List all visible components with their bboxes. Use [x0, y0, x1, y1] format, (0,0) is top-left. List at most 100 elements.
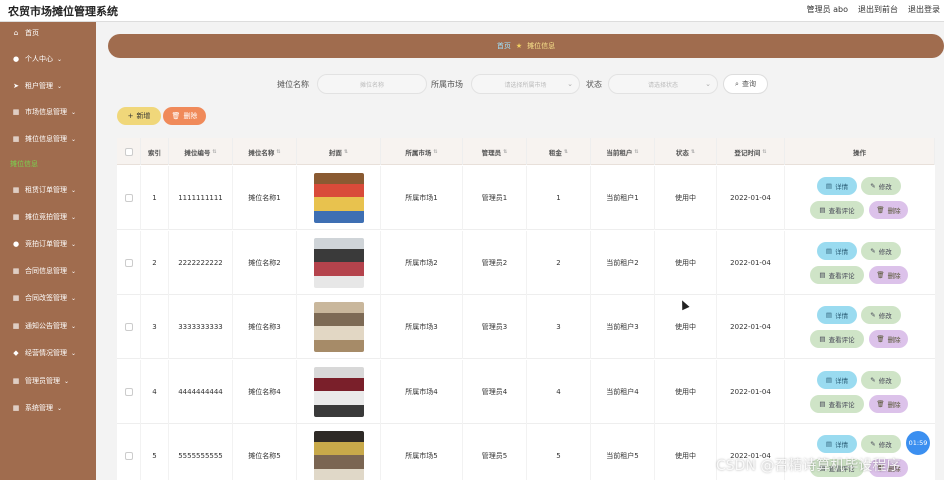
column-header[interactable]: 当前租户 ⇅ — [591, 138, 655, 165]
breadcrumb-home[interactable]: 首页 — [497, 41, 511, 51]
trash-icon: 🗑 — [171, 112, 181, 120]
cover-cell — [297, 424, 381, 480]
row-checkbox[interactable] — [124, 194, 133, 202]
sidebar-item-label: 市场信息管理 — [25, 108, 67, 116]
sidebar-item[interactable]: ◆ 经营情况管理 ⌄ — [0, 344, 96, 362]
sidebar-item[interactable]: ⌂ 首页 — [0, 24, 96, 42]
sidebar-item[interactable]: ▦ 系统管理 ⌄ — [0, 399, 96, 417]
column-header[interactable]: 所属市场 ⇅ — [381, 138, 463, 165]
market-label: 所属市场 — [431, 80, 463, 89]
view-comments-button-label: 查看评论 — [828, 271, 855, 280]
view-comments-button[interactable]: ▤ 查看评论 — [810, 394, 864, 413]
top-bar: 农贸市场摊位管理系统 管理员 abo 退出到前台 退出登录 — [0, 0, 944, 22]
delete-button[interactable]: 🗑 删除 — [869, 265, 908, 284]
edit-button[interactable]: ✎ 修改 — [861, 370, 901, 389]
sidebar-item[interactable]: ▦ 合同信息管理 ⌄ — [0, 262, 96, 280]
delete-label: 删除 — [183, 112, 198, 120]
rent-cell: 4 — [527, 359, 591, 424]
grid-icon: ▦ — [12, 108, 20, 116]
row-checkbox[interactable] — [124, 387, 133, 396]
chevron-down-icon: ⌄ — [71, 322, 77, 330]
trash-icon: 🗑 — [876, 399, 885, 408]
row-checkbox-cell — [117, 359, 141, 424]
stall-code-cell: 3333333333 — [169, 295, 233, 359]
detail-button-label: 详情 — [835, 376, 849, 385]
column-header[interactable]: 登记时间 ⇅ — [717, 138, 785, 165]
index-cell: 1 — [141, 166, 169, 230]
view-comments-button-label: 查看评论 — [828, 336, 855, 344]
sidebar-item[interactable]: ▦ 市场信息管理 ⌄ — [0, 103, 96, 121]
status-placeholder: 请选择状态 — [647, 81, 678, 89]
column-header[interactable]: 租金 ⇅ — [527, 138, 591, 165]
sidebar-item[interactable]: ▦ 租赁订单管理 ⌄ — [0, 181, 96, 199]
sidebar-item[interactable]: 摊位信息 — [0, 155, 96, 173]
edit-button[interactable]: ✎ 修改 — [861, 177, 901, 195]
home-icon: ⌂ — [13, 29, 19, 37]
cover-image[interactable] — [313, 431, 364, 480]
sidebar-item-label: 摊位竞拍管理 — [25, 213, 67, 221]
batch-delete-button[interactable]: 🗑 删除 — [163, 107, 206, 125]
query-button[interactable]: ⌕ 查询 — [723, 74, 768, 94]
cover-image[interactable] — [313, 173, 364, 223]
date-cell: 2022-01-04 — [717, 230, 785, 295]
market-select[interactable]: 请选择所属市场 ⌄ — [471, 74, 580, 94]
detail-button[interactable]: ▤ 详情 — [817, 370, 857, 389]
detail-button[interactable]: ▤ 详情 — [817, 306, 857, 324]
cover-image[interactable] — [313, 366, 364, 417]
row-checkbox[interactable] — [124, 323, 133, 331]
chevron-down-icon: ⌄ — [71, 135, 77, 143]
cover-image[interactable] — [313, 237, 364, 288]
pencil-icon: ✎ — [870, 375, 876, 384]
market-cell: 所属市场3 — [381, 295, 463, 359]
stall-name-cell: 摊位名称1 — [233, 166, 297, 230]
detail-button[interactable]: ▤ 详情 — [817, 241, 857, 260]
market-cell: 所属市场2 — [381, 230, 463, 295]
doc-icon: ▤ — [825, 182, 833, 190]
row-checkbox[interactable] — [124, 258, 133, 267]
view-comments-button[interactable]: ▤ 查看评论 — [810, 201, 864, 219]
sidebar-item[interactable]: ▦ 通知公告管理 ⌄ — [0, 317, 96, 335]
column-header[interactable]: 摊位名称 ⇅ — [233, 138, 297, 165]
select-all-checkbox[interactable] — [124, 147, 133, 156]
sidebar-item[interactable]: ▦ 合同改签管理 ⌄ — [0, 289, 96, 307]
stall-name-input[interactable]: 摊位名称 — [317, 74, 427, 94]
chevron-down-icon: ⌄ — [71, 349, 77, 357]
row-actions: ▤ 详情 ✎ 修改 ▤ 查看评论 🗑 删除 — [785, 166, 935, 230]
column-header[interactable]: 管理员 ⇅ — [463, 138, 527, 165]
detail-button[interactable]: ▤ 详情 — [817, 435, 857, 453]
to-front-link[interactable]: 退出到前台 — [858, 4, 898, 15]
rent-cell: 1 — [527, 166, 591, 230]
delete-button[interactable]: 🗑 删除 — [869, 330, 908, 348]
edit-button[interactable]: ✎ 修改 — [861, 435, 901, 453]
doc-icon: ▤ — [825, 246, 833, 255]
index-cell: 2 — [141, 230, 169, 295]
admin-cell: 管理员2 — [463, 230, 527, 295]
sort-icon: ⇅ — [690, 148, 696, 155]
detail-button[interactable]: ▤ 详情 — [817, 177, 857, 195]
cover-image[interactable] — [313, 302, 364, 352]
delete-button[interactable]: 🗑 删除 — [869, 201, 908, 219]
sidebar-item[interactable]: ▦ 摊位信息管理 ⌄ — [0, 130, 96, 148]
logout-link[interactable]: 退出登录 — [908, 4, 940, 15]
column-header[interactable]: 封面 ⇅ — [297, 138, 381, 165]
row-checkbox[interactable] — [124, 452, 133, 460]
edit-button[interactable]: ✎ 修改 — [861, 306, 901, 324]
sidebar-item[interactable]: ● 竞拍订单管理 ⌄ — [0, 235, 96, 253]
sort-icon: ⇅ — [563, 148, 569, 155]
view-comments-button[interactable]: ▤ 查看评论 — [810, 265, 864, 284]
column-header[interactable]: 摊位编号 ⇅ — [169, 138, 233, 165]
status-cell: 使用中 — [655, 359, 717, 424]
chevron-down-icon: ⌄ — [64, 377, 70, 385]
add-button[interactable]: + 新增 — [117, 107, 161, 125]
view-comments-button[interactable]: ▤ 查看评论 — [810, 330, 864, 348]
delete-button[interactable]: 🗑 删除 — [869, 394, 908, 413]
sidebar-item[interactable]: ▦ 摊位竞拍管理 ⌄ — [0, 208, 96, 226]
sidebar-item[interactable]: ▦ 管理员管理 ⌄ — [0, 372, 96, 390]
stall-code-cell: 4444444444 — [169, 359, 233, 424]
sort-icon: ⇅ — [634, 148, 639, 155]
status-select[interactable]: 请选择状态 ⌄ — [608, 74, 718, 94]
edit-button[interactable]: ✎ 修改 — [861, 241, 901, 260]
column-header[interactable]: 状态 ⇅ — [655, 138, 717, 165]
sidebar-item[interactable]: ● 个人中心 ⌄ — [0, 50, 96, 68]
chevron-down-icon: ⌄ — [57, 404, 63, 412]
